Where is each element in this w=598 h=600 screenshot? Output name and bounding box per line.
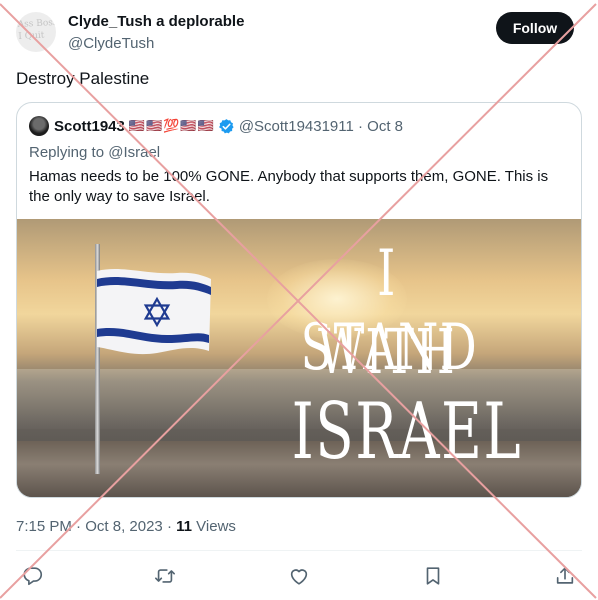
retweet-button[interactable] <box>154 565 178 589</box>
avatar[interactable]: Ass Boss I Quit <box>16 12 56 52</box>
avatar-text: Ass Boss I Quit <box>17 17 56 42</box>
author-handle[interactable]: @ClydeTush <box>68 35 154 52</box>
quoted-tweet-text: Hamas needs to be 100% GONE. Anybody tha… <box>29 168 549 205</box>
bookmark-icon <box>426 567 440 585</box>
tweet-text: Destroy Palestine <box>16 69 150 88</box>
tweet-time[interactable]: 7:15 PM <box>16 518 72 535</box>
image-title-line-3: ISRAEL <box>291 387 523 477</box>
author-display-name[interactable]: Clyde_Tush a deplorable <box>68 13 244 30</box>
quoted-tweet-image[interactable]: I STAND WITH ISRAEL <box>17 219 581 497</box>
timestamp-separator: · <box>76 518 82 535</box>
quoted-tweet-header: Scott1943 🇺🇸🇺🇸💯🇺🇸🇺🇸 @Scott19431911 · Oct… <box>29 116 403 136</box>
israeli-flag-image <box>97 269 211 355</box>
image-title-line-2: WITH <box>318 315 456 388</box>
like-button[interactable] <box>288 565 312 589</box>
bookmark-button[interactable] <box>422 565 446 589</box>
tweet-timestamp[interactable]: 7:15 PM · Oct 8, 2023 · 11 Views <box>16 518 236 535</box>
views-label: Views <box>196 518 236 535</box>
quoted-display-name[interactable]: Scott1943 <box>54 118 125 135</box>
tweet-date[interactable]: Oct 8, 2023 <box>85 518 163 535</box>
share-icon <box>556 567 574 584</box>
quoted-tweet[interactable]: Scott1943 🇺🇸🇺🇸💯🇺🇸🇺🇸 @Scott19431911 · Oct… <box>16 102 582 498</box>
quoted-name-emojis: 🇺🇸🇺🇸💯🇺🇸🇺🇸 <box>128 118 215 133</box>
reply-button[interactable] <box>22 565 46 589</box>
action-bar <box>16 562 582 592</box>
replying-to[interactable]: Replying to @Israel <box>29 144 160 161</box>
quoted-handle-date[interactable]: @Scott19431911 · Oct 8 <box>239 118 403 135</box>
views-count: 11 <box>176 518 192 535</box>
divider <box>16 550 582 551</box>
tweet-header: Ass Boss I Quit Clyde_Tush a deplorable … <box>16 10 582 54</box>
retweet-icon <box>155 569 175 583</box>
like-icon <box>290 569 308 585</box>
share-button[interactable] <box>554 565 578 589</box>
quoted-avatar[interactable] <box>29 116 49 136</box>
follow-button[interactable]: Follow <box>496 12 574 44</box>
verified-badge-icon <box>218 118 234 133</box>
reply-icon <box>23 567 43 586</box>
views-separator: · <box>166 518 172 535</box>
